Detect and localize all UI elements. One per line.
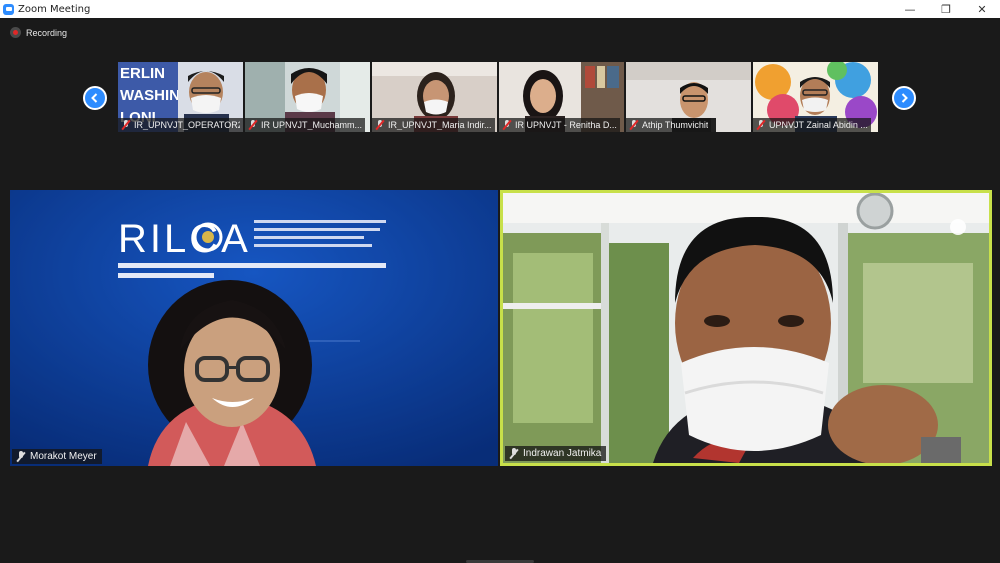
svg-text:WASHIN: WASHIN — [120, 87, 180, 104]
mic-off-icon — [502, 120, 512, 130]
participant-name: Morakot Meyer — [30, 451, 97, 462]
participant-name: IR UPNVJT_Muchamm... — [261, 120, 363, 130]
participant-video: RILCA — [10, 190, 498, 466]
mic-off-icon — [629, 120, 639, 130]
recording-label: Recording — [26, 27, 68, 38]
participant-name-bar: Indrawan Jatmika — [505, 446, 607, 461]
restore-button[interactable]: ❐ — [928, 0, 964, 18]
participant-thumbnail[interactable]: IR UPNVJT - Renitha D... — [499, 62, 624, 132]
participant-video — [503, 193, 989, 463]
recording-indicator[interactable]: Recording — [10, 27, 67, 38]
participant-name: IR UPNVJT - Renitha D... — [515, 120, 617, 130]
thumbnail-next-button[interactable] — [892, 86, 916, 110]
participant-thumbnail[interactable]: IR_UPNVJT_Maria Indir... — [372, 62, 497, 132]
participant-name: Indrawan Jatmika — [523, 448, 602, 459]
video-pane-left[interactable]: RILCA Morakot Meyer — [10, 190, 498, 466]
recording-dot-icon — [10, 27, 21, 38]
zoom-app-icon — [3, 3, 14, 15]
window-title: Zoom Meeting — [18, 3, 91, 15]
mic-off-icon — [509, 448, 519, 459]
participant-name-bar: UPNVJT Zainal Abidin ... — [753, 118, 871, 132]
close-button[interactable]: ✕ — [964, 0, 1000, 18]
svg-text:ERLIN: ERLIN — [120, 65, 165, 82]
chevron-right-icon — [901, 93, 908, 103]
participant-name: UPNVJT Zainal Abidin ... — [769, 120, 868, 130]
mic-off-icon — [16, 451, 26, 462]
participant-name-bar: IR_UPNVJT_OPERATOR2 — [118, 118, 243, 132]
participant-thumbnail[interactable]: UPNVJT Zainal Abidin ... — [753, 62, 878, 132]
svg-text:RILCA: RILCA — [118, 217, 251, 261]
mic-off-icon — [121, 120, 131, 130]
participant-name: IR_UPNVJT_OPERATOR2 — [134, 120, 240, 130]
participant-name-bar: Athip Thumvichit — [626, 118, 712, 132]
thumbnail-prev-button[interactable] — [83, 86, 107, 110]
window-titlebar: Zoom Meeting — ❐ ✕ — [0, 0, 1000, 18]
mic-off-icon — [756, 120, 766, 130]
video-pane-right-active[interactable]: Indrawan Jatmika — [500, 190, 992, 466]
participant-name-bar: Morakot Meyer — [12, 449, 102, 464]
participant-name-bar: IR UPNVJT - Renitha D... — [499, 118, 620, 132]
mic-off-icon — [248, 120, 258, 130]
participant-name-bar: IR_UPNVJT_Maria Indir... — [372, 118, 495, 132]
mic-off-icon — [375, 120, 385, 130]
window-controls: — ❐ ✕ — [892, 0, 1000, 18]
participant-thumbnail[interactable]: IR UPNVJT_Muchamm... — [245, 62, 370, 132]
chevron-left-icon — [91, 93, 98, 103]
participant-thumbnail[interactable]: ERLIN WASHIN LONI IR_UPNVJT_OPERATOR2 — [118, 62, 243, 132]
thumbnail-strip: ERLIN WASHIN LONI IR_UPNVJT_OPERATOR2 — [118, 62, 878, 132]
participant-thumbnail[interactable]: Athip Thumvichit — [626, 62, 751, 132]
minimize-button[interactable]: — — [892, 0, 928, 18]
participant-name: IR_UPNVJT_Maria Indir... — [388, 120, 492, 130]
participant-name-bar: IR UPNVJT_Muchamm... — [245, 118, 366, 132]
participant-name: Athip Thumvichit — [642, 120, 709, 130]
